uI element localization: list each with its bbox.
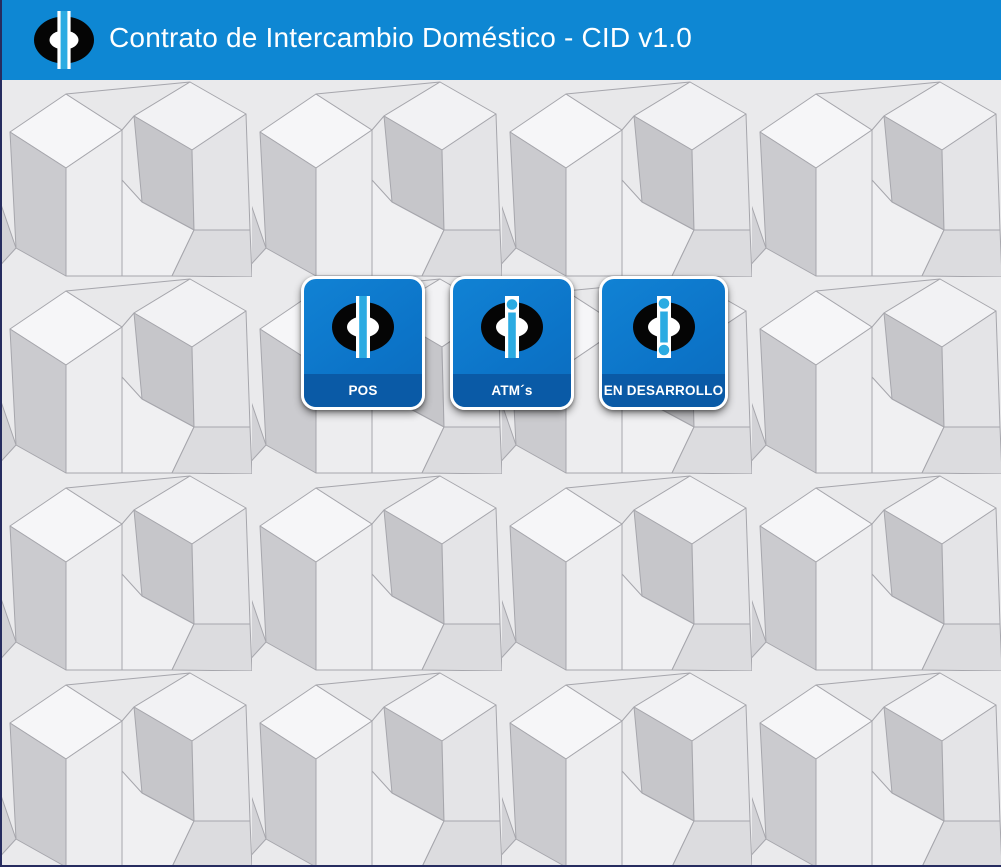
main-area: POS ATM´s (2, 80, 1001, 867)
en-desarrollo-logo-icon (602, 279, 725, 374)
menu-tiles: POS ATM´s (301, 276, 728, 410)
pos-button[interactable]: POS (301, 276, 425, 410)
header-bar: Contrato de Intercambio Doméstico - CID … (2, 0, 1001, 80)
app-window: Contrato de Intercambio Doméstico - CID … (0, 0, 1001, 867)
en-desarrollo-button-label: EN DESARROLLO (604, 383, 724, 398)
en-desarrollo-button[interactable]: EN DESARROLLO (599, 276, 728, 410)
background-pattern (2, 80, 1001, 867)
pos-label-strip: POS (304, 374, 422, 407)
atms-button-label: ATM´s (491, 383, 532, 398)
pos-logo-icon (304, 279, 422, 374)
app-logo-icon (33, 10, 95, 70)
pos-button-label: POS (348, 383, 377, 398)
en-desarrollo-label-strip: EN DESARROLLO (602, 374, 725, 407)
atms-button[interactable]: ATM´s (450, 276, 574, 410)
atms-label-strip: ATM´s (453, 374, 571, 407)
atms-logo-icon (453, 279, 571, 374)
page-title: Contrato de Intercambio Doméstico - CID … (109, 24, 692, 56)
